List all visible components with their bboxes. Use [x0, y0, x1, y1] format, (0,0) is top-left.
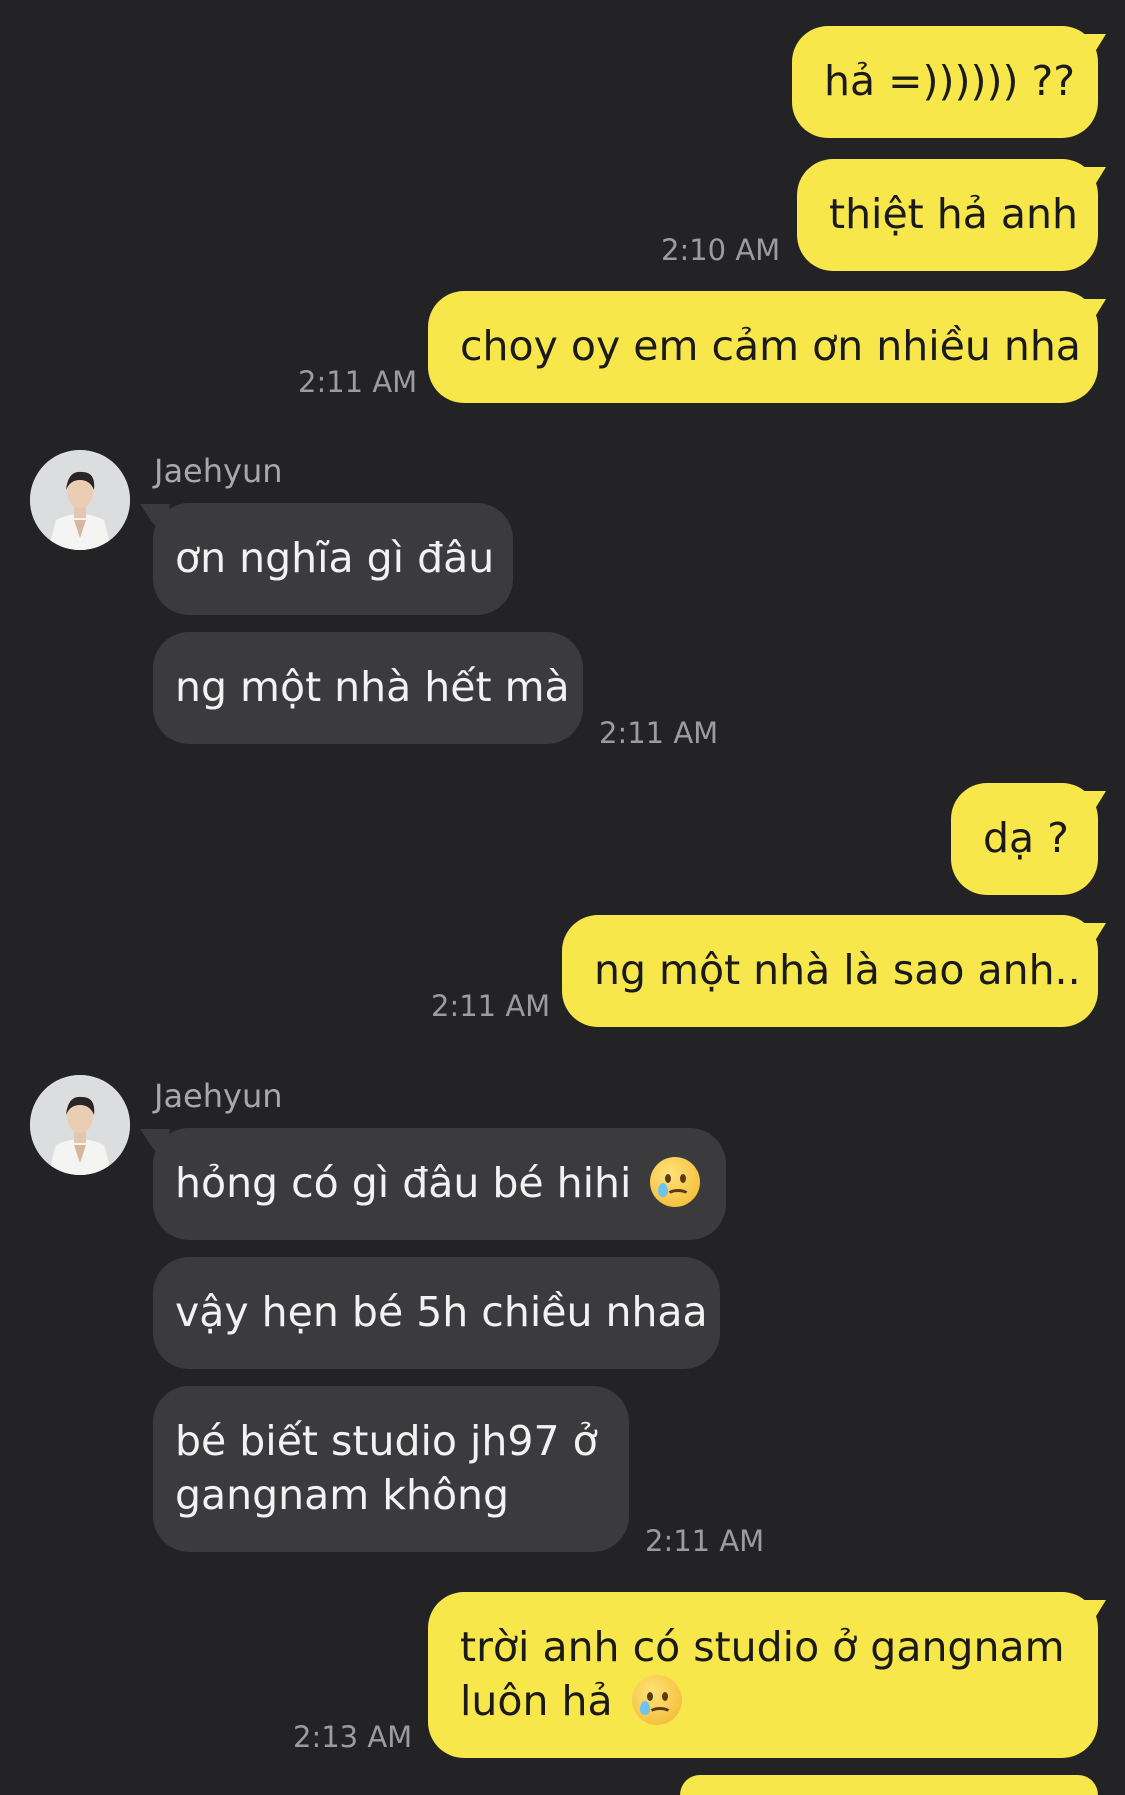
- avatar-photo-icon: [30, 450, 130, 550]
- message-text: ng một nhà hết mà: [175, 663, 570, 711]
- message-bubble-outgoing[interactable]: hả =)))))) ??: [792, 26, 1098, 138]
- message-text: dạ ?: [983, 814, 1069, 862]
- message-timestamp: 2:11 AM: [645, 1524, 765, 1558]
- message-text: vậy hẹn bé 5h chiều nhaa: [175, 1288, 708, 1336]
- message-timestamp: 2:11 AM: [298, 365, 418, 399]
- tearful-smile-emoji-icon: [631, 1675, 682, 1725]
- avatar-photo-icon: [30, 1075, 130, 1175]
- message-bubble-outgoing[interactable]: ng một nhà là sao anh..: [562, 915, 1098, 1027]
- message-text: trời anh có studio ở gangnam luôn hả: [460, 1623, 1065, 1725]
- message-text: thiệt hả anh: [829, 190, 1079, 238]
- message-text: ơn nghĩa gì đâu: [175, 534, 495, 582]
- message-text: hả =)))))) ??: [824, 57, 1076, 105]
- message-timestamp: 2:10 AM: [661, 233, 781, 267]
- message-text: hỏng có gì đâu bé hihi: [175, 1159, 632, 1207]
- message-bubble-incoming[interactable]: ơn nghĩa gì đâu: [153, 503, 513, 615]
- contact-avatar[interactable]: [30, 1075, 130, 1175]
- sender-name: Jaehyun: [154, 1077, 283, 1115]
- message-bubble-incoming[interactable]: bé biết studio jh97 ở gangnam không: [153, 1386, 629, 1552]
- message-timestamp: 2:13 AM: [293, 1720, 413, 1754]
- message-bubble-incoming[interactable]: ng một nhà hết mà: [153, 632, 583, 744]
- message-bubble-incoming[interactable]: hỏng có gì đâu bé hihi: [153, 1128, 726, 1240]
- message-timestamp: 2:11 AM: [599, 716, 719, 750]
- message-bubble-outgoing[interactable]: trời anh có studio ở gangnam luôn hả: [428, 1592, 1098, 1758]
- message-bubble-outgoing[interactable]: choy oy em cảm ơn nhiều nha: [428, 291, 1098, 403]
- message-text: bé biết studio jh97 ở gangnam không: [175, 1417, 598, 1519]
- sender-name: Jaehyun: [154, 452, 283, 490]
- message-text: choy oy em cảm ơn nhiều nha: [460, 322, 1081, 370]
- message-bubble-incoming[interactable]: vậy hẹn bé 5h chiều nhaa: [153, 1257, 720, 1369]
- contact-avatar[interactable]: [30, 450, 130, 550]
- message-bubble-outgoing-partial[interactable]: [680, 1775, 1098, 1795]
- message-text: ng một nhà là sao anh..: [594, 946, 1081, 994]
- message-bubble-outgoing[interactable]: thiệt hả anh: [797, 159, 1098, 271]
- message-timestamp: 2:11 AM: [431, 989, 551, 1023]
- tearful-smile-emoji-icon: [650, 1157, 701, 1207]
